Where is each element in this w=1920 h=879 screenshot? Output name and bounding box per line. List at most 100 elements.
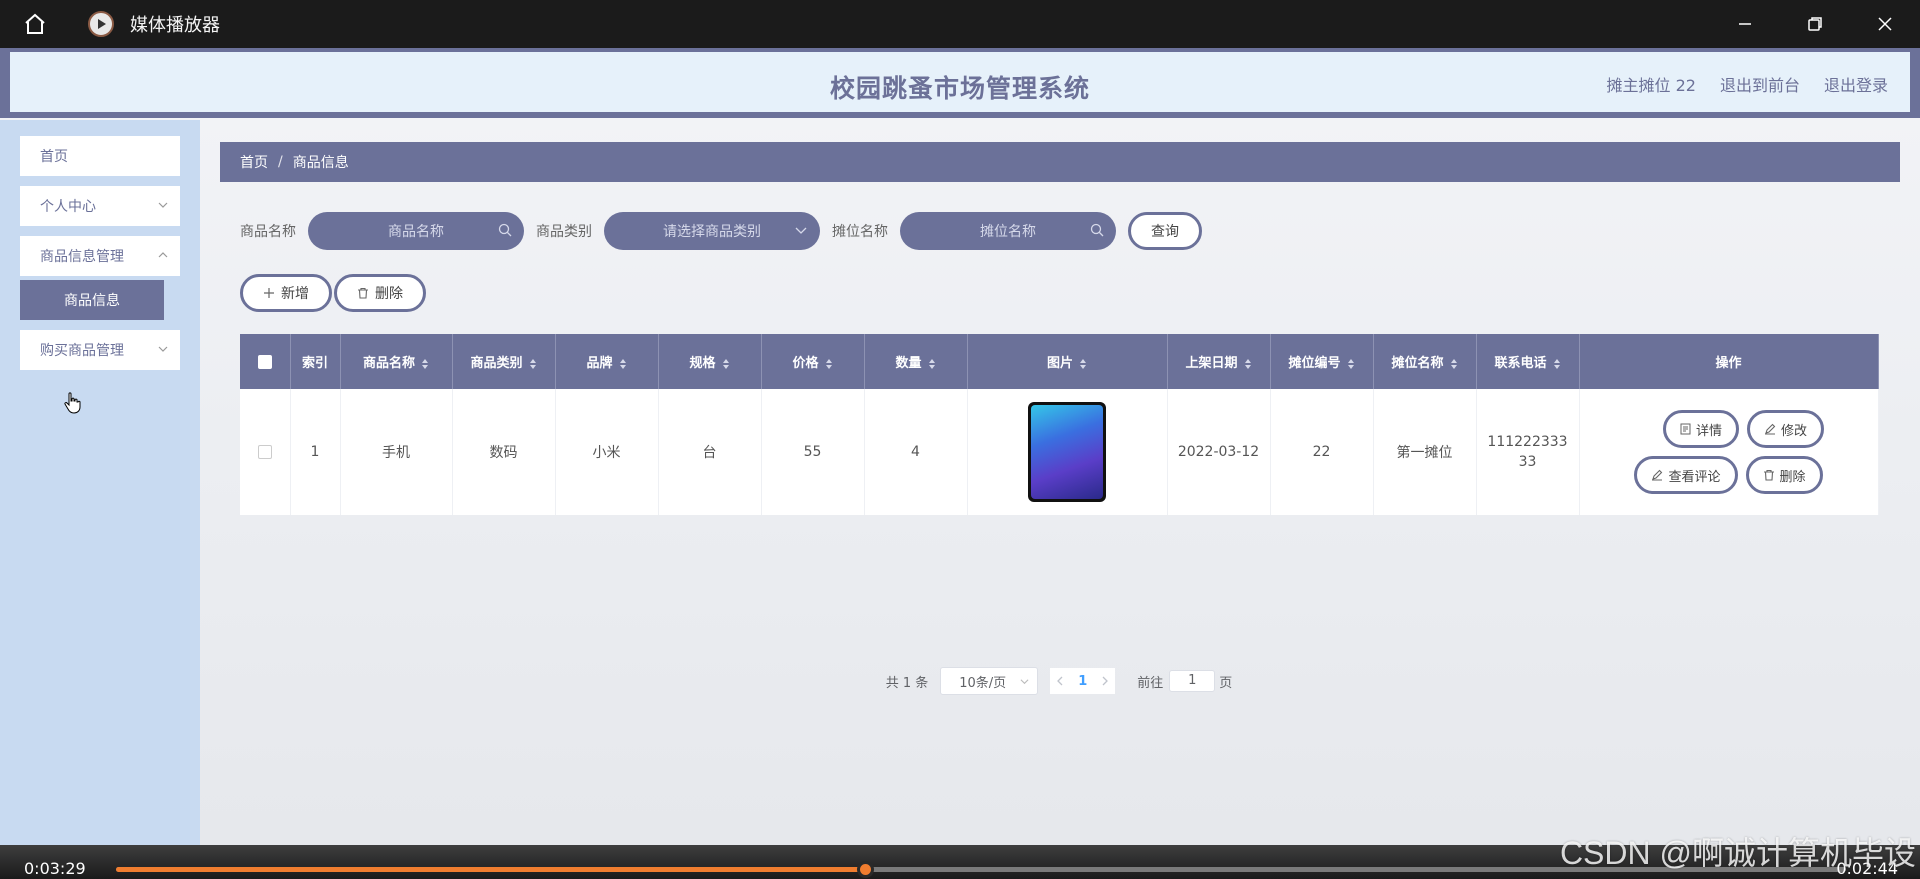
column-header-date[interactable]: 上架日期 <box>1167 334 1271 389</box>
stall-name-input[interactable]: 摊位名称 <box>900 212 1116 250</box>
sidebar-item-personal-center[interactable]: 个人中心 <box>20 186 180 226</box>
sidebar-item-home[interactable]: 首页 <box>20 136 180 176</box>
column-header-index: 索引 <box>290 334 341 389</box>
current-user-link[interactable]: 摊主摊位 22 <box>1607 72 1696 96</box>
close-button[interactable] <box>1850 0 1920 48</box>
sidebar-item-label: 个人中心 <box>40 199 96 215</box>
column-header-stall-no[interactable]: 摊位编号 <box>1270 334 1374 389</box>
query-button-label: 查询 <box>1151 224 1179 240</box>
cell-category: 数码 <box>452 389 556 515</box>
select-all-checkbox[interactable] <box>257 354 272 369</box>
sort-icon[interactable] <box>1450 358 1458 370</box>
mouse-cursor-icon <box>64 392 81 414</box>
column-header-quantity[interactable]: 数量 <box>864 334 968 389</box>
goto-prefix: 前往 <box>1137 675 1164 691</box>
trash-icon <box>1763 469 1774 481</box>
delete-button-label: 删除 <box>375 286 403 302</box>
goods-category-select[interactable]: 请选择商品类别 <box>604 212 820 250</box>
goto-suffix: 页 <box>1219 675 1233 691</box>
cell-spec: 台 <box>658 389 762 515</box>
back-to-frontend-link[interactable]: 退出到前台 <box>1720 72 1800 96</box>
restore-icon <box>1808 17 1822 31</box>
elapsed-time: 0:03:29 <box>24 859 86 878</box>
main-content: 首页 / 商品信息 商品名称 商品名称 商品类别 请选择商品类别 摊位名称 摊位… <box>220 142 1900 695</box>
goods-name-input[interactable]: 商品名称 <box>308 212 524 250</box>
home-button[interactable] <box>0 0 70 48</box>
search-icon <box>498 223 512 237</box>
batch-delete-button[interactable]: 删除 <box>334 274 426 312</box>
sidebar-item-label: 商品信息 <box>64 293 120 309</box>
web-app: 校园跳蚤市场管理系统 摊主摊位 22 退出到前台 退出登录 首页 个人中心 商品… <box>0 48 1920 845</box>
column-header-actions: 操作 <box>1579 334 1879 389</box>
select-all-cell[interactable] <box>240 334 291 389</box>
prev-page-icon[interactable] <box>1056 676 1064 686</box>
sidebar-item-label: 首页 <box>40 149 68 165</box>
table-header-row: 索引 商品名称 商品类别 品牌 规格 价格 数量 图片 上架日期 摊位编号 摊位… <box>240 334 1879 389</box>
total-count: 共 1 条 <box>885 675 929 691</box>
action-bar: 新增 删除 <box>240 274 426 312</box>
sidebar-item-purchase-management[interactable]: 购买商品管理 <box>20 330 180 370</box>
cell-brand: 小米 <box>555 389 659 515</box>
sort-icon[interactable] <box>1079 358 1087 370</box>
app-header: 校园跳蚤市场管理系统 摊主摊位 22 退出到前台 退出登录 <box>0 48 1920 118</box>
page-navigator: 1 <box>1050 668 1116 694</box>
current-page-number[interactable]: 1 <box>1078 674 1087 689</box>
column-header-name[interactable]: 商品名称 <box>340 334 453 389</box>
add-button[interactable]: 新增 <box>240 274 332 312</box>
sort-icon[interactable] <box>619 358 627 370</box>
next-page-icon[interactable] <box>1101 676 1109 686</box>
sort-icon[interactable] <box>1553 358 1561 370</box>
column-header-spec[interactable]: 规格 <box>658 334 762 389</box>
query-button[interactable]: 查询 <box>1128 212 1202 250</box>
detail-button[interactable]: 详情 <box>1662 410 1739 448</box>
cell-stall-name: 第一摊位 <box>1373 389 1477 515</box>
sidebar-item-label: 商品信息管理 <box>40 249 124 265</box>
seek-bar-thumb[interactable] <box>857 861 875 878</box>
product-image-phone[interactable] <box>1028 402 1106 502</box>
row-delete-button[interactable]: 删除 <box>1745 456 1823 494</box>
page-size-select[interactable]: 10条/页 <box>940 667 1039 695</box>
column-header-price[interactable]: 价格 <box>761 334 865 389</box>
logout-link[interactable]: 退出登录 <box>1824 72 1888 96</box>
goods-table: 索引 商品名称 商品类别 品牌 规格 价格 数量 图片 上架日期 摊位编号 摊位… <box>240 334 1879 695</box>
column-header-stall-name[interactable]: 摊位名称 <box>1373 334 1477 389</box>
sort-icon[interactable] <box>1244 358 1252 370</box>
row-select-cell[interactable] <box>240 389 291 515</box>
sort-icon[interactable] <box>421 358 429 370</box>
window-title: 媒体播放器 <box>130 15 220 36</box>
sidebar-subitem-goods-info[interactable]: 商品信息 <box>20 280 164 320</box>
column-header-category[interactable]: 商品类别 <box>452 334 556 389</box>
sort-icon[interactable] <box>928 358 936 370</box>
column-header-image[interactable]: 图片 <box>967 334 1168 389</box>
sort-icon[interactable] <box>825 358 833 370</box>
minimize-icon <box>1739 23 1751 25</box>
pagination: 共 1 条 10条/页 1 前往 1 页 <box>240 667 1878 695</box>
sort-icon[interactable] <box>1347 358 1355 370</box>
csdn-watermark: CSDN @啊诚计算机毕设 <box>1559 835 1916 871</box>
breadcrumb-home[interactable]: 首页 <box>240 152 268 172</box>
phone-line-1: 111222333 <box>1487 434 1568 450</box>
edit-button[interactable]: 修改 <box>1747 410 1825 448</box>
cell-image <box>967 389 1168 515</box>
row-checkbox[interactable] <box>257 445 272 459</box>
table-row: 1 手机 数码 小米 台 55 4 2022-03-12 22 第一摊位 111… <box>240 389 1879 515</box>
home-icon <box>25 13 45 34</box>
minimize-button[interactable] <box>1710 0 1780 48</box>
goto-page-input[interactable]: 1 <box>1169 670 1216 692</box>
stall-name-placeholder: 摊位名称 <box>980 224 1036 240</box>
phone-line-2: 33 <box>1518 454 1537 470</box>
view-comments-button[interactable]: 查看评论 <box>1634 456 1738 494</box>
sort-icon[interactable] <box>722 358 730 370</box>
cell-quantity: 4 <box>864 389 968 515</box>
sort-icon[interactable] <box>529 358 537 370</box>
close-icon <box>1878 17 1892 31</box>
restore-button[interactable] <box>1780 0 1850 48</box>
column-header-brand[interactable]: 品牌 <box>555 334 659 389</box>
cell-name: 手机 <box>340 389 453 515</box>
cell-index: 1 <box>290 389 341 515</box>
sidebar-item-goods-management[interactable]: 商品信息管理 <box>20 236 180 276</box>
breadcrumb-separator: / <box>278 154 283 170</box>
search-bar: 商品名称 商品名称 商品类别 请选择商品类别 摊位名称 摊位名称 查询 <box>240 212 1202 250</box>
column-header-phone[interactable]: 联系电话 <box>1476 334 1580 389</box>
breadcrumb: 首页 / 商品信息 <box>220 142 1900 182</box>
